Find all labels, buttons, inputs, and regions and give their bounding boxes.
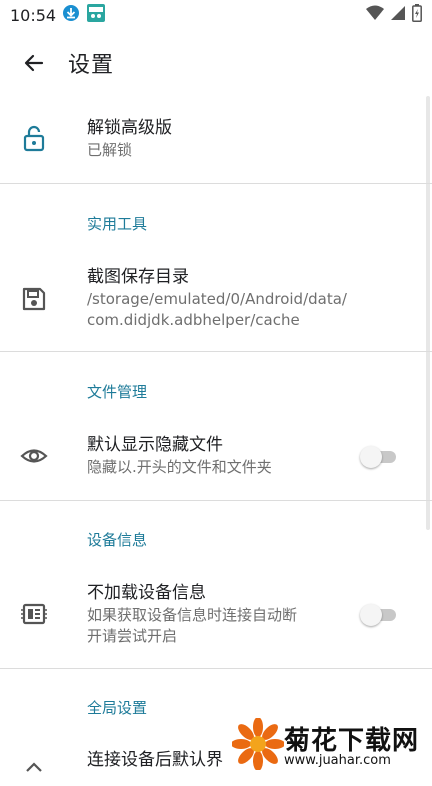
divider bbox=[0, 500, 432, 501]
app-notification-icon bbox=[86, 3, 106, 27]
download-icon bbox=[62, 4, 80, 26]
pref-screenshot-summary-1: /storage/emulated/0/Android/data/ bbox=[87, 290, 347, 308]
signal-icon bbox=[390, 5, 406, 25]
pref-hidden-files-summary: 隐藏以.开头的文件和文件夹 bbox=[87, 458, 272, 476]
pref-device-info-title: 不加载设备信息 bbox=[87, 583, 206, 603]
toggle-thumb bbox=[360, 446, 382, 468]
chip-icon bbox=[20, 600, 48, 628]
toggle-thumb bbox=[360, 604, 382, 626]
hidden-files-toggle[interactable] bbox=[360, 444, 400, 468]
page-title: 设置 bbox=[68, 53, 115, 78]
pref-screenshot-title: 截图保存目录 bbox=[87, 267, 189, 287]
pref-screenshot-text: 截图保存目录 /storage/emulated/0/Android/data/… bbox=[87, 265, 392, 331]
divider bbox=[0, 351, 432, 352]
pref-hidden-files-title: 默认显示隐藏文件 bbox=[87, 435, 223, 455]
arrow-back-icon bbox=[24, 54, 44, 72]
pref-device-info-summary-1: 如果获取设备信息时连接自动断 bbox=[87, 606, 298, 624]
category-files: 文件管理 bbox=[87, 383, 148, 401]
save-icon bbox=[20, 285, 48, 313]
pref-screenshot-dir[interactable]: 截图保存目录 /storage/emulated/0/Android/data/… bbox=[0, 255, 432, 350]
eye-icon bbox=[20, 442, 48, 470]
back-button[interactable] bbox=[0, 30, 68, 96]
battery-icon bbox=[412, 4, 422, 26]
pref-device-info-summary-2: 开请尝试开启 bbox=[87, 627, 178, 645]
app-bar: 设置 bbox=[0, 30, 432, 96]
pref-unlock-text: 解锁高级版 已解锁 bbox=[87, 116, 352, 161]
status-time: 10:54 bbox=[10, 5, 57, 25]
pref-unlock-title: 解锁高级版 bbox=[87, 118, 172, 138]
pref-screenshot-summary-2: com.didjdk.adbhelper/cache bbox=[87, 311, 300, 329]
watermark: 菊花下载网 www.juahar.com bbox=[232, 716, 432, 770]
device-info-toggle[interactable] bbox=[360, 602, 400, 626]
pref-hidden-files-text: 默认显示隐藏文件 隐藏以.开头的文件和文件夹 bbox=[87, 433, 352, 478]
pref-hidden-files[interactable]: 默认显示隐藏文件 隐藏以.开头的文件和文件夹 bbox=[0, 423, 432, 499]
flower-logo-icon bbox=[232, 718, 284, 770]
status-bar-left: 10:54 bbox=[10, 3, 106, 27]
status-bar-right bbox=[366, 4, 422, 26]
pref-unlock-summary: 已解锁 bbox=[87, 141, 133, 159]
pref-device-info[interactable]: 不加载设备信息 如果获取设备信息时连接自动断 开请尝试开启 bbox=[0, 572, 432, 666]
divider bbox=[0, 183, 432, 184]
category-device: 设备信息 bbox=[87, 531, 148, 549]
chevron-up-icon bbox=[20, 754, 48, 782]
pref-unlock-premium[interactable]: 解锁高级版 已解锁 bbox=[0, 104, 432, 182]
category-global: 全局设置 bbox=[87, 699, 148, 717]
watermark-brand: 菊花下载网 bbox=[284, 726, 420, 756]
wifi-icon bbox=[366, 5, 384, 25]
status-bar: 10:54 bbox=[0, 0, 432, 30]
watermark-url: www.juahar.com bbox=[284, 753, 391, 768]
divider bbox=[0, 668, 432, 669]
lock-open-icon bbox=[20, 124, 48, 152]
category-tools: 实用工具 bbox=[87, 215, 148, 233]
pref-device-info-text: 不加载设备信息 如果获取设备信息时连接自动断 开请尝试开启 bbox=[87, 581, 352, 647]
